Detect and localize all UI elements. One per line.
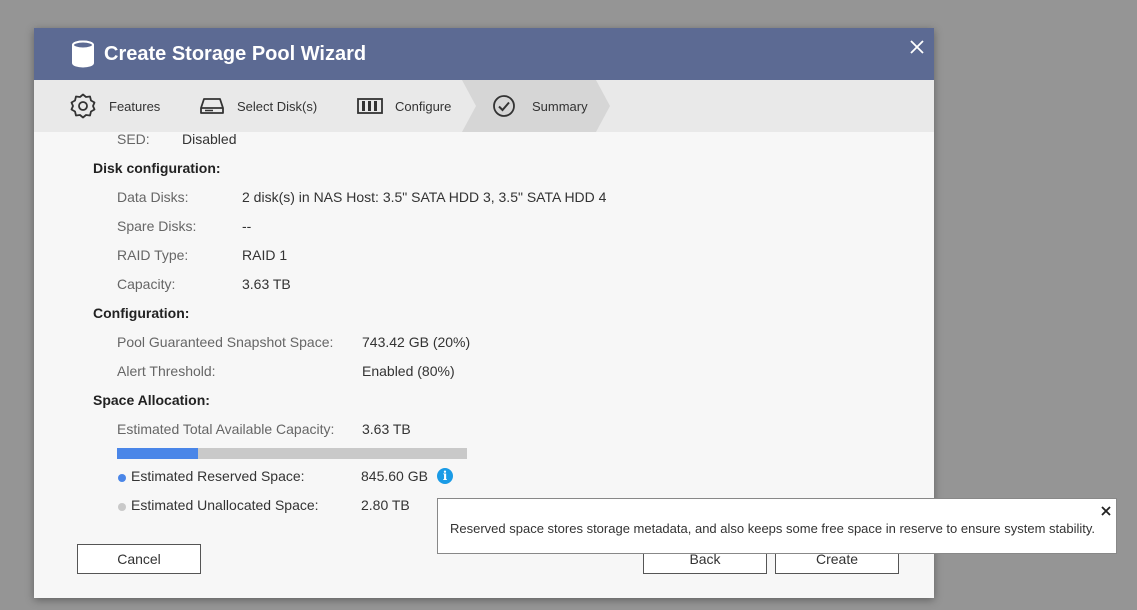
info-tooltip: Reserved space stores storage metadata, …	[437, 498, 1117, 554]
step-label: Select Disk(s)	[237, 98, 318, 114]
reserved-space-fill	[117, 448, 198, 459]
disk-configuration-heading: Disk configuration:	[93, 160, 221, 176]
step-configure[interactable]: Configure	[357, 80, 451, 132]
database-icon	[72, 40, 94, 68]
reserved-legend-dot	[118, 474, 126, 482]
reserved-space-value: 845.60 GB	[361, 468, 428, 484]
unallocated-legend-dot	[118, 503, 126, 511]
total-capacity-value: 3.63 TB	[362, 421, 411, 437]
capacity-label: Capacity:	[117, 276, 176, 292]
spare-disks-label: Spare Disks:	[117, 218, 197, 234]
reserved-space-label: Estimated Reserved Space:	[131, 468, 305, 484]
dialog-title: Create Storage Pool Wizard	[104, 43, 367, 65]
space-allocation-heading: Space Allocation:	[93, 392, 210, 408]
gear-icon	[70, 93, 96, 119]
snapshot-space-value: 743.42 GB (20%)	[362, 334, 471, 350]
sed-label: SED:	[117, 132, 150, 147]
step-select-disks[interactable]: Select Disk(s)	[200, 80, 317, 132]
data-disks-label: Data Disks:	[117, 189, 189, 205]
wizard-steps: Features Select Disk(s) Configure Summar…	[34, 80, 934, 132]
raid-type-label: RAID Type:	[117, 247, 189, 263]
close-icon[interactable]	[1099, 504, 1113, 518]
raid-array-icon	[357, 98, 383, 114]
cancel-button[interactable]: Cancel	[77, 544, 201, 574]
check-circle-icon	[493, 95, 515, 117]
spare-disks-value: --	[242, 218, 252, 234]
alert-threshold-label: Alert Threshold:	[117, 363, 216, 379]
step-features[interactable]: Features	[70, 80, 160, 132]
data-disks-value: 2 disk(s) in NAS Host: 3.5" SATA HDD 3, …	[242, 189, 607, 205]
step-label: Summary	[532, 98, 588, 114]
capacity-value: 3.63 TB	[242, 276, 291, 292]
dialog-titlebar: Create Storage Pool Wizard	[34, 28, 934, 80]
sed-value: Disabled	[182, 132, 237, 147]
unallocated-space-value: 2.80 TB	[361, 497, 410, 513]
snapshot-space-label: Pool Guaranteed Snapshot Space:	[117, 334, 334, 350]
tooltip-text: Reserved space stores storage metadata, …	[450, 521, 1096, 536]
space-allocation-bar	[117, 448, 467, 459]
raid-type-value: RAID 1	[242, 247, 288, 263]
step-label: Configure	[395, 98, 452, 114]
alert-threshold-value: Enabled (80%)	[362, 363, 455, 379]
info-icon[interactable]: i	[437, 468, 453, 484]
summary-content: SED: Disabled Disk configuration: Data D…	[34, 132, 934, 522]
disk-drive-icon	[200, 98, 224, 114]
step-label: Features	[109, 98, 161, 114]
step-summary[interactable]: Summary	[492, 80, 588, 132]
configuration-heading: Configuration:	[93, 305, 190, 321]
close-icon[interactable]	[906, 36, 928, 58]
total-capacity-label: Estimated Total Available Capacity:	[117, 421, 335, 437]
unallocated-space-label: Estimated Unallocated Space:	[131, 497, 319, 513]
